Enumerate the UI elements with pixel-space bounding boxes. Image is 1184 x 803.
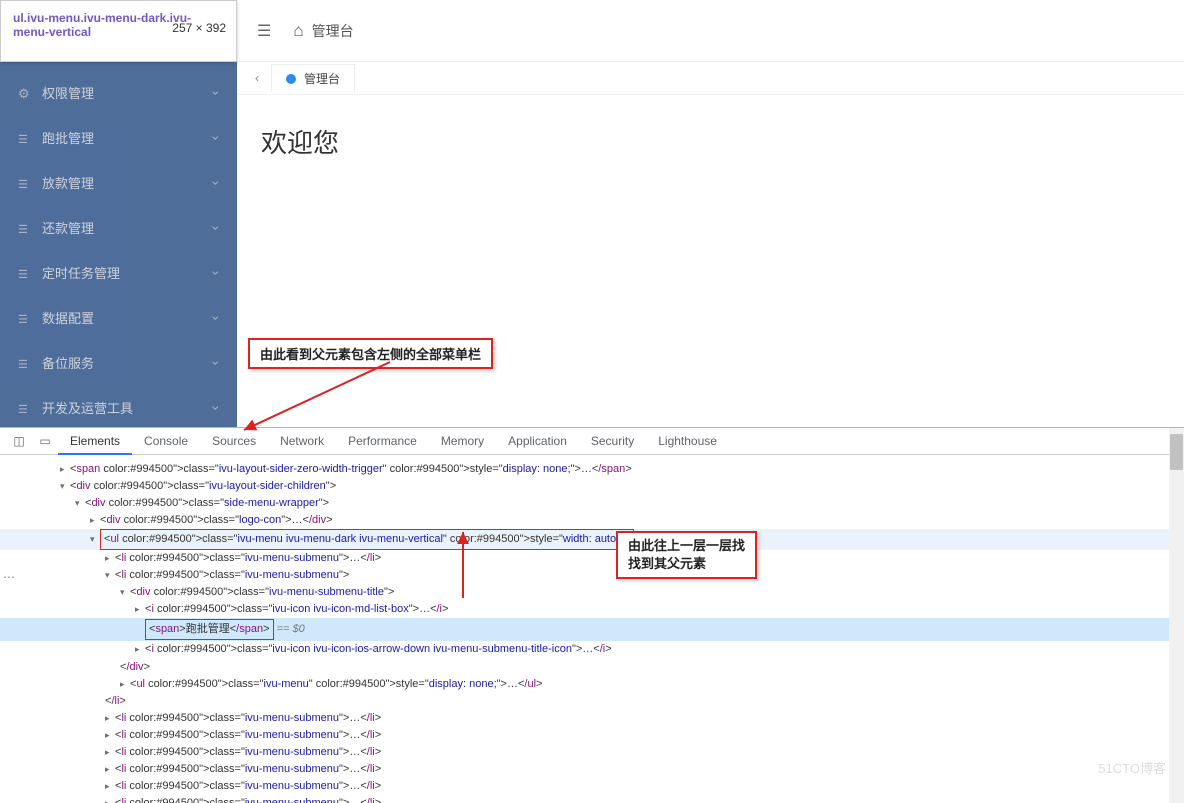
- tab-label: 管理台: [304, 70, 340, 87]
- tooltip-selector: ul.ivu-menu.ivu-menu-dark.ivu-menu-verti…: [13, 11, 191, 39]
- list-icon: [18, 311, 32, 325]
- devtools-tab-console[interactable]: Console: [132, 428, 200, 455]
- sidebar-menu: 权限管理 跑批管理 放款管理 还款管理 定时任务管理 数据配置 备位服务 开发及…: [0, 0, 237, 430]
- home-icon[interactable]: [293, 21, 303, 41]
- dom-node[interactable]: <li color:#994500">class="ivu-menu-subme…: [0, 795, 1184, 803]
- chevron-down-icon: [214, 85, 219, 101]
- sidebar-item-permissions[interactable]: 权限管理: [0, 70, 237, 115]
- sidebar-item-config[interactable]: 数据配置: [0, 295, 237, 340]
- list-icon: [18, 401, 32, 415]
- scrollbar[interactable]: [1169, 428, 1184, 803]
- chevron-down-icon: [214, 310, 219, 326]
- sidebar-item-devtools[interactable]: 开发及运营工具: [0, 385, 237, 430]
- devtools-tab-memory[interactable]: Memory: [429, 428, 496, 455]
- devtools-tab-elements[interactable]: Elements: [58, 428, 132, 455]
- devtools-tab-lighthouse[interactable]: Lighthouse: [646, 428, 729, 455]
- chevron-down-icon: [214, 175, 219, 191]
- chevron-down-icon: [214, 400, 219, 416]
- menu-toggle-icon[interactable]: ☰: [257, 21, 271, 41]
- dom-node[interactable]: </li>: [0, 693, 1184, 710]
- chevron-down-icon: [214, 265, 219, 281]
- devtools-tab-network[interactable]: Network: [268, 428, 336, 455]
- tabs-row: ‹ 管理台: [237, 62, 1184, 95]
- dom-node[interactable]: <li color:#994500">class="ivu-menu-subme…: [0, 744, 1184, 761]
- devtools-panel: ◫ ▭ Elements Console Sources Network Per…: [0, 427, 1184, 803]
- welcome-heading: 欢迎您: [237, 95, 1184, 188]
- dom-node-selected[interactable]: <span>跑批管理</span> == $0: [0, 618, 1184, 641]
- dom-tree[interactable]: <span color:#994500">class="ivu-layout-s…: [0, 455, 1184, 803]
- chevron-down-icon: [214, 220, 219, 236]
- dom-node[interactable]: <div color:#994500">class="ivu-menu-subm…: [0, 584, 1184, 601]
- sidebar-item-batch[interactable]: 跑批管理: [0, 115, 237, 160]
- dom-node[interactable]: <i color:#994500">class="ivu-icon ivu-ic…: [0, 601, 1184, 618]
- dom-node[interactable]: <li color:#994500">class="ivu-menu-subme…: [0, 778, 1184, 795]
- devtools-tab-performance[interactable]: Performance: [336, 428, 429, 455]
- chevron-down-icon: [214, 130, 219, 146]
- list-icon: [18, 176, 32, 190]
- annotation-1: 由此看到父元素包含左侧的全部菜单栏: [248, 338, 493, 369]
- dom-node[interactable]: <li color:#994500">class="ivu-menu-subme…: [0, 761, 1184, 778]
- sidebar-item-loan[interactable]: 放款管理: [0, 160, 237, 205]
- tabs-back-button[interactable]: ‹: [247, 71, 267, 85]
- dom-node[interactable]: <li color:#994500">class="ivu-menu-subme…: [0, 567, 1184, 584]
- list-icon: [18, 131, 32, 145]
- dom-node[interactable]: <i color:#994500">class="ivu-icon ivu-ic…: [0, 641, 1184, 658]
- dom-node[interactable]: <ul color:#994500">class="ivu-menu" colo…: [0, 676, 1184, 693]
- dom-node[interactable]: <div color:#994500">class="ivu-layout-si…: [0, 478, 1184, 495]
- header-title: 管理台: [312, 21, 354, 41]
- list-icon: [18, 221, 32, 235]
- tab-dashboard[interactable]: 管理台: [271, 64, 355, 92]
- element-inspector-tooltip: ul.ivu-menu.ivu-menu-dark.ivu-menu-verti…: [0, 0, 237, 62]
- devtools-tab-security[interactable]: Security: [579, 428, 646, 455]
- scrollbar-thumb[interactable]: [1170, 434, 1183, 470]
- dom-node[interactable]: </div>: [0, 659, 1184, 676]
- dom-node[interactable]: <li color:#994500">class="ivu-menu-subme…: [0, 550, 1184, 567]
- devtools-tabs: ◫ ▭ Elements Console Sources Network Per…: [0, 428, 1184, 455]
- list-icon: [18, 266, 32, 280]
- tooltip-dimensions: 257 × 392: [172, 21, 226, 35]
- gear-icon: [18, 86, 32, 100]
- tab-dot-icon: [286, 74, 296, 84]
- watermark: 51CTO博客: [1098, 758, 1166, 777]
- inspect-icon[interactable]: ◫: [6, 428, 32, 454]
- sidebar-item-repay[interactable]: 还款管理: [0, 205, 237, 250]
- sidebar: ul.ivu-menu.ivu-menu-dark.ivu-menu-verti…: [0, 0, 237, 427]
- dom-node[interactable]: <div color:#994500">class="logo-con">…</…: [0, 512, 1184, 529]
- chevron-down-icon: [214, 355, 219, 371]
- devtools-tab-sources[interactable]: Sources: [200, 428, 268, 455]
- devtools-tab-application[interactable]: Application: [496, 428, 579, 455]
- sidebar-item-backup[interactable]: 备位服务: [0, 340, 237, 385]
- annotation-2: 由此往上一层一层找 找到其父元素: [616, 531, 757, 579]
- dom-node-highlight[interactable]: <ul color:#994500">class="ivu-menu ivu-m…: [0, 529, 1184, 550]
- dom-node[interactable]: <li color:#994500">class="ivu-menu-subme…: [0, 727, 1184, 744]
- header: ☰ 管理台: [237, 0, 1184, 62]
- dom-node[interactable]: <span color:#994500">class="ivu-layout-s…: [0, 461, 1184, 478]
- device-icon[interactable]: ▭: [32, 428, 58, 454]
- ellipsis-icon: ⋯: [3, 570, 15, 584]
- dom-node[interactable]: <div color:#994500">class="side-menu-wra…: [0, 495, 1184, 512]
- sidebar-item-scheduled[interactable]: 定时任务管理: [0, 250, 237, 295]
- dom-node[interactable]: <li color:#994500">class="ivu-menu-subme…: [0, 710, 1184, 727]
- list-icon: [18, 356, 32, 370]
